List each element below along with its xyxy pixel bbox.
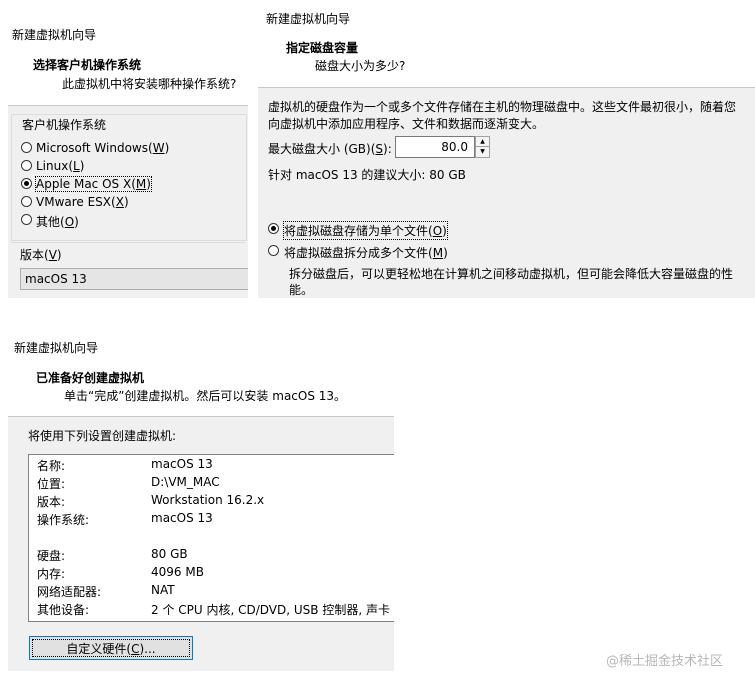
access-key: M xyxy=(432,246,444,260)
page-subheading: 磁盘大小为多少? xyxy=(315,59,406,73)
settings-value: 80 GB xyxy=(151,547,188,561)
radio-button-selected[interactable] xyxy=(21,178,32,189)
version-select[interactable]: macOS 13 xyxy=(20,268,248,290)
settings-value: D:\VM_MAC xyxy=(151,475,220,489)
version-label: 版本(V) xyxy=(20,248,62,262)
settings-key: 内存: xyxy=(37,567,66,581)
settings-key: 版本: xyxy=(37,495,66,509)
settings-value: NAT xyxy=(151,583,175,597)
settings-key: 名称: xyxy=(37,459,66,473)
radio-button[interactable] xyxy=(21,160,32,171)
settings-value: macOS 13 xyxy=(151,511,213,525)
access-key: V xyxy=(48,248,57,262)
window-title: 新建虚拟机向导 xyxy=(266,12,351,26)
version-value: macOS 13 xyxy=(25,272,87,286)
settings-key: 硬盘: xyxy=(37,549,66,563)
page-heading: 已准备好创建虚拟机 xyxy=(36,371,145,385)
max-size-label: 最大磁盘大小 (GB)(S): xyxy=(268,142,392,156)
description-line-2: 向虚拟机中添加应用程序、文件和数据而逐渐变大。 xyxy=(268,117,545,131)
disk-capacity-wizard: 新建虚拟机向导 指定磁盘容量 磁盘大小为多少? 虚拟机的硬盘作为一个或多个文件存… xyxy=(258,0,755,298)
option-label: Apple Mac OS X xyxy=(36,177,132,191)
spin-down-icon[interactable]: ▼ xyxy=(476,147,489,157)
customize-hardware-button[interactable]: 自定义硬件(C)... xyxy=(29,636,193,660)
page-subheading: 此虚拟机中将安装哪种操作系统? xyxy=(62,77,237,91)
window-title: 新建虚拟机向导 xyxy=(12,28,97,42)
radio-button[interactable] xyxy=(21,142,32,153)
disk-size-value: 80.0 xyxy=(441,140,468,154)
content-area: 客户机操作系统 Microsoft Windows(W) Linux(L) Ap… xyxy=(8,106,248,298)
option-label: 将虚拟磁盘拆分成多个文件 xyxy=(284,246,429,260)
os-selection-wizard: 新建虚拟机向导 选择客户机操作系统 此虚拟机中将安装哪种操作系统? 客户机操作系… xyxy=(8,22,248,298)
access-key: X xyxy=(115,195,124,209)
button-label: 自定义硬件(C)... xyxy=(66,641,156,656)
page-subheading: 单击“完成”创建虚拟机。然后可以安装 macOS 13。 xyxy=(64,389,347,403)
settings-key: 位置: xyxy=(37,477,66,491)
disk-size-spinner[interactable]: ▲ ▼ xyxy=(475,136,490,158)
option-label: Linux xyxy=(36,159,69,173)
page-heading: 选择客户机操作系统 xyxy=(33,58,142,72)
settings-intro: 将使用下列设置创建虚拟机: xyxy=(28,429,177,443)
radio-button-selected[interactable] xyxy=(268,223,279,234)
access-key: O xyxy=(432,224,443,238)
radio-button[interactable] xyxy=(268,245,279,256)
version-divider xyxy=(11,242,245,243)
description-line-1: 虚拟机的硬盘作为一个或多个文件存储在主机的物理磁盘中。这些文件最初很小，随着您 xyxy=(268,100,737,114)
option-label: 其他 xyxy=(36,215,61,229)
settings-summary-box: 名称: macOS 13 位置: D:\VM_MAC 版本: Workstation 16… xyxy=(28,454,394,622)
option-label: Microsoft Windows xyxy=(36,141,148,155)
group-label: 客户机操作系统 xyxy=(20,116,109,133)
option-label: 将虚拟磁盘存储为单个文件 xyxy=(284,224,429,238)
settings-value: 2 个 CPU 内核, CD/DVD, USB 控制器, 声卡 xyxy=(151,603,390,617)
radio-button[interactable] xyxy=(21,214,32,225)
spin-up-icon[interactable]: ▲ xyxy=(476,137,489,147)
access-key: W xyxy=(152,141,165,155)
settings-value: macOS 13 xyxy=(151,457,213,471)
radio-button[interactable] xyxy=(21,196,32,207)
split-note-line-1: 拆分磁盘后，可以更轻松地在计算机之间移动虚拟机，但可能会降低大容量磁盘的性 xyxy=(289,267,734,281)
access-key: L xyxy=(73,159,80,173)
access-key: S xyxy=(375,142,384,156)
split-note-line-2: 能。 xyxy=(289,283,314,297)
recommended-size: 针对 macOS 13 的建议大小: 80 GB xyxy=(268,168,466,182)
settings-key: 其他设备: xyxy=(37,603,90,617)
content-area: 将使用下列设置创建虚拟机: 名称: macOS 13 位置: D:\VM_MAC 版本:… xyxy=(8,417,394,671)
content-area: 虚拟机的硬盘作为一个或多个文件存储在主机的物理磁盘中。这些文件最初很小，随着您 … xyxy=(258,88,755,298)
settings-value: Workstation 16.2.x xyxy=(151,493,265,507)
page-heading: 指定磁盘容量 xyxy=(286,41,359,55)
settings-key: 网络适配器: xyxy=(37,585,102,599)
option-label: VMware ESX xyxy=(36,195,112,209)
access-key: M xyxy=(135,177,147,191)
disk-size-input[interactable]: 80.0 xyxy=(395,136,475,158)
access-key: O xyxy=(64,215,75,229)
watermark: @稀土掘金技术社区 xyxy=(606,654,724,669)
settings-value: 4096 MB xyxy=(151,565,204,579)
ready-to-create-wizard: 新建虚拟机向导 已准备好创建虚拟机 单击“完成”创建虚拟机。然后可以安装 mac… xyxy=(8,333,394,671)
window-title: 新建虚拟机向导 xyxy=(14,341,99,355)
settings-key: 操作系统: xyxy=(37,513,90,527)
